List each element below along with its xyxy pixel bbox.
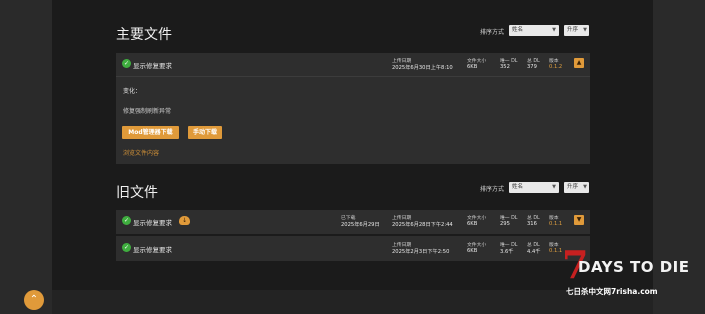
chevron-down-icon: ▼ xyxy=(552,184,556,190)
order-select[interactable]: 升序 ▼ xyxy=(564,25,589,36)
order-select[interactable]: 升序 ▼ xyxy=(564,182,589,193)
chevron-down-icon: ▼ xyxy=(552,27,556,33)
chevron-down-icon: ▼ xyxy=(583,184,587,190)
version-value: 0.1.2 xyxy=(549,64,563,70)
chevron-up-icon: ▲ xyxy=(576,59,582,66)
order-select-value: 升序 xyxy=(567,184,579,190)
chevron-up-icon: ⌃ xyxy=(29,294,39,305)
version-label: 版本 xyxy=(549,216,559,221)
site-watermark-logo: 7 DAYS TO DIE 七日杀中文网7risha.com xyxy=(562,246,702,310)
row-divider xyxy=(116,76,590,77)
total-dl-value: 4.4千 xyxy=(527,249,541,255)
main-files-heading: 主要文件 xyxy=(116,27,172,43)
sort-select[interactable]: 姓名 ▼ xyxy=(509,25,559,36)
uploaded-label: 上传日期 xyxy=(392,59,412,64)
left-margin xyxy=(0,0,52,314)
old-files-heading: 旧文件 xyxy=(116,185,158,201)
changes-label: 变化： xyxy=(123,88,142,95)
scroll-to-top-button[interactable]: ⌃ xyxy=(24,290,44,310)
unique-dl-value: 352 xyxy=(500,64,510,70)
downloaded-value: 2025年6月29日 xyxy=(341,222,380,228)
cloud-download-icon: ↓ xyxy=(179,216,190,225)
sort-select-value: 姓名 xyxy=(512,184,524,190)
file-title[interactable]: 显示修复要求 xyxy=(133,244,172,254)
logo-subtitle: 七日杀中文网7risha.com xyxy=(566,287,658,296)
browse-files-link[interactable]: 浏览文件内容 xyxy=(123,148,159,157)
unique-dl-value: 295 xyxy=(500,221,510,227)
size-label: 文件大小 xyxy=(467,243,487,248)
uploaded-value: 2025年6月30日上午8:10 xyxy=(392,65,453,71)
old-file-row xyxy=(116,236,590,261)
version-label: 版本 xyxy=(549,243,559,248)
version-label: 版本 xyxy=(549,59,559,64)
mod-manager-download-button[interactable]: Mod管理器下载 xyxy=(122,126,179,139)
size-value: 6KB xyxy=(467,221,478,227)
unique-dl-label: 唯一 DL xyxy=(500,243,518,248)
collapse-button[interactable]: ▲ xyxy=(574,58,584,68)
sort-label: 排序方式 xyxy=(480,29,505,36)
unique-dl-label: 唯一 DL xyxy=(500,59,518,64)
unique-dl-value: 3.6千 xyxy=(500,249,514,255)
version-value: 0.1.1 xyxy=(549,221,563,227)
check-circle-icon: ✓ xyxy=(122,243,131,252)
order-select-value: 升序 xyxy=(567,27,579,33)
file-title[interactable]: 显示修复要求 xyxy=(133,60,172,70)
logo-word: DAYS TO DIE xyxy=(578,258,690,276)
uploaded-label: 上传日期 xyxy=(392,216,412,221)
size-value: 6KB xyxy=(467,248,478,254)
total-dl-value: 316 xyxy=(527,221,537,227)
unique-dl-label: 唯一 DL xyxy=(500,216,518,221)
main-file-panel xyxy=(116,53,590,164)
sort-select[interactable]: 姓名 ▼ xyxy=(509,182,559,193)
total-dl-label: 总 DL xyxy=(527,216,540,221)
version-value: 0.1.1 xyxy=(549,248,563,254)
chevron-down-icon: ▼ xyxy=(576,216,582,223)
sort-select-value: 姓名 xyxy=(512,27,524,33)
check-circle-icon: ✓ xyxy=(122,216,131,225)
file-title[interactable]: 显示修复要求 xyxy=(133,217,172,227)
changes-text: 修复强制刷新异常 xyxy=(123,108,172,115)
size-label: 文件大小 xyxy=(467,216,487,221)
chevron-down-icon: ▼ xyxy=(583,27,587,33)
total-dl-label: 总 DL xyxy=(527,243,540,248)
size-label: 文件大小 xyxy=(467,59,487,64)
uploaded-label: 上传日期 xyxy=(392,243,412,248)
total-dl-label: 总 DL xyxy=(527,59,540,64)
manual-download-button[interactable]: 手动下载 xyxy=(188,126,222,139)
size-value: 6KB xyxy=(467,64,478,70)
uploaded-value: 2025年2月3日下午2:50 xyxy=(392,249,450,255)
expand-button[interactable]: ▼ xyxy=(574,215,584,225)
downloaded-label: 已下载 xyxy=(341,216,356,221)
check-circle-icon: ✓ xyxy=(122,59,131,68)
total-dl-value: 379 xyxy=(527,64,537,70)
sort-label: 排序方式 xyxy=(480,186,505,193)
uploaded-value: 2025年6月28日下午2:44 xyxy=(392,222,453,228)
